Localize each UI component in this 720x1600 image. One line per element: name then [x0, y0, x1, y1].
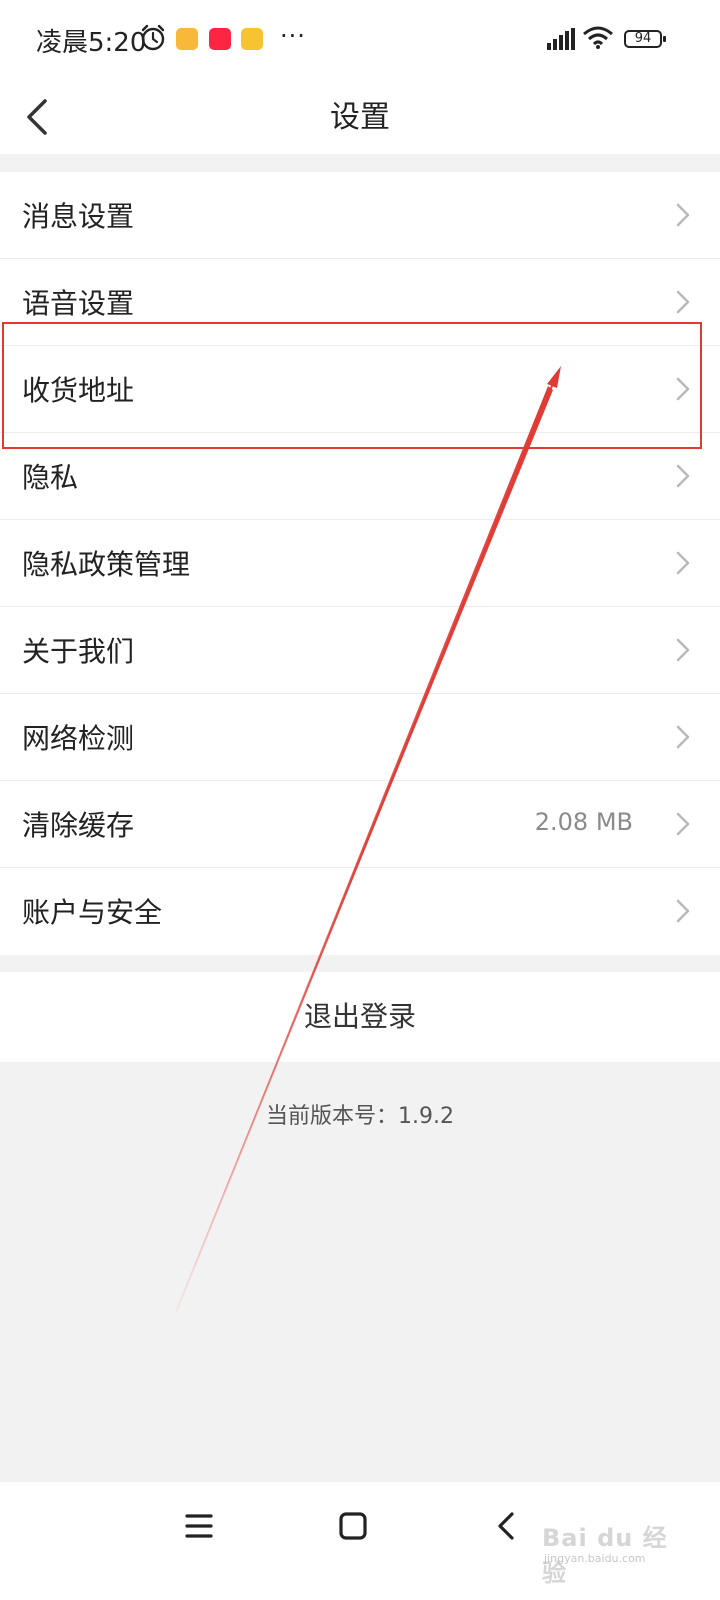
- battery-icon: 94: [624, 30, 666, 48]
- settings-item-message[interactable]: 消息设置: [0, 172, 720, 259]
- settings-item-network-check[interactable]: 网络检测: [0, 694, 720, 781]
- settings-item-label: 隐私: [22, 461, 79, 494]
- notes-app-icon: [176, 28, 198, 50]
- settings-item-label: 关于我们: [22, 635, 135, 668]
- settings-item-label: 隐私政策管理: [22, 548, 191, 581]
- settings-item-label: 网络检测: [22, 722, 135, 755]
- settings-item-label: 收货地址: [22, 374, 135, 407]
- settings-item-about-us[interactable]: 关于我们: [0, 607, 720, 694]
- chevron-right-icon: [676, 551, 690, 579]
- chevron-right-icon: [676, 464, 690, 492]
- alarm-icon: [140, 24, 166, 56]
- settings-item-clear-cache[interactable]: 清除缓存 2.08 MB: [0, 781, 720, 868]
- settings-item-label: 账户与安全: [22, 896, 163, 929]
- settings-item-voice[interactable]: 语音设置: [0, 259, 720, 346]
- battery-level: 94: [634, 31, 652, 46]
- chevron-right-icon: [676, 725, 690, 753]
- page-title: 设置: [330, 100, 390, 135]
- chevron-right-icon: [676, 377, 690, 405]
- settings-list: 消息设置 语音设置 收货地址 隐私 隐私政策管理 关于我们 网络检测 清除缓存 …: [0, 172, 720, 955]
- redbook-app-icon: [209, 28, 231, 50]
- settings-item-privacy-policy[interactable]: 隐私政策管理: [0, 520, 720, 607]
- cache-size-value: 2.08 MB: [534, 808, 633, 836]
- settings-item-label: 语音设置: [22, 287, 135, 320]
- status-time: 凌晨5:20: [36, 28, 147, 58]
- chevron-right-icon: [676, 290, 690, 318]
- menu-icon[interactable]: [180, 1506, 220, 1550]
- wifi-icon: [582, 26, 614, 54]
- chevron-right-icon: [676, 203, 690, 231]
- chevron-right-icon: [676, 899, 690, 927]
- settings-item-label: 消息设置: [22, 200, 135, 233]
- settings-item-account-security[interactable]: 账户与安全: [0, 868, 720, 955]
- chevron-right-icon: [676, 812, 690, 840]
- system-nav-bar: [0, 1482, 720, 1600]
- settings-item-privacy[interactable]: 隐私: [0, 433, 720, 520]
- settings-item-label: 清除缓存: [22, 809, 135, 842]
- home-icon[interactable]: [334, 1506, 374, 1550]
- back-icon[interactable]: [490, 1506, 530, 1550]
- signal-hd-icon: [541, 28, 575, 54]
- status-bar: 凌晨5:20 ··· 94: [0, 0, 720, 80]
- more-notifications-icon: ···: [280, 22, 306, 50]
- chevron-right-icon: [676, 638, 690, 666]
- logout-button[interactable]: 退出登录: [0, 972, 720, 1062]
- version-text: 当前版本号：1.9.2: [266, 1104, 454, 1129]
- weibo-app-icon: [241, 28, 263, 50]
- settings-item-shipping-address[interactable]: 收货地址: [0, 346, 720, 433]
- header: 设置: [0, 80, 720, 154]
